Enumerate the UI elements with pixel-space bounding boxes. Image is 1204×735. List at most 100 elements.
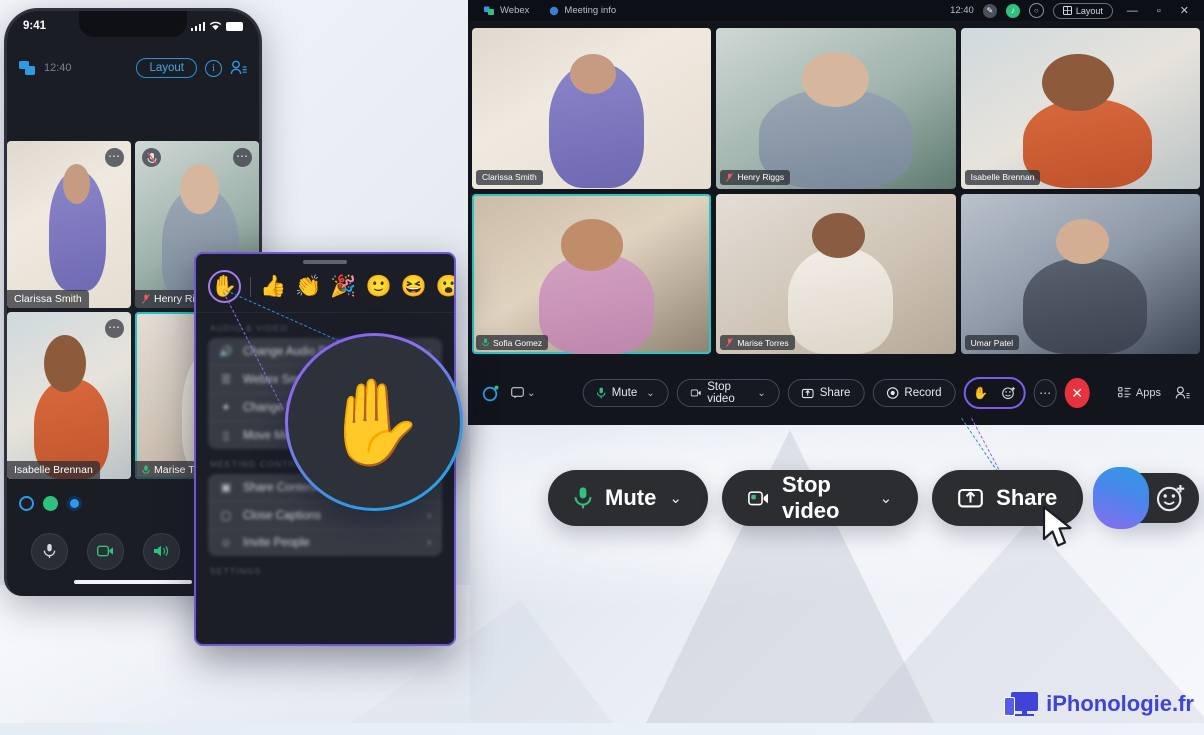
mute-button[interactable]: Mute ⌄: [582, 379, 669, 407]
tile-name-label: Clarissa Smith: [476, 169, 543, 185]
callout-reactions-smiley-button[interactable]: [1149, 476, 1193, 520]
share-upload-icon: [958, 488, 983, 508]
participants-icon[interactable]: [230, 60, 247, 76]
recording-circle-icon[interactable]: [482, 385, 499, 402]
participant-head: [812, 212, 865, 258]
chat-caret-icon[interactable]: ⌄: [527, 388, 535, 399]
stop-video-caret-icon[interactable]: ⌄: [757, 388, 765, 399]
menu-item-close-captions[interactable]: ▢ Close Captions ›: [208, 502, 442, 530]
window-layout-button[interactable]: Layout: [1052, 2, 1113, 19]
apps-button[interactable]: Apps: [1118, 387, 1161, 399]
wifi-icon: [209, 21, 222, 30]
microphone-icon: [596, 387, 606, 399]
camera-icon: [748, 490, 768, 505]
layout-grid-icon: [1062, 6, 1072, 15]
more-options-button[interactable]: ⋯: [1033, 379, 1057, 407]
video-tile[interactable]: Umar Patel: [960, 193, 1200, 354]
laugh-reaction-button[interactable]: 😆: [401, 276, 427, 297]
record-icon: [886, 387, 899, 399]
apps-icon: [1118, 387, 1131, 398]
record-button[interactable]: Record: [872, 379, 956, 407]
raise-hand-button[interactable]: ✋: [968, 380, 994, 406]
end-meeting-button[interactable]: ✕: [1064, 378, 1090, 408]
video-tile[interactable]: Sofia Gomez: [472, 193, 712, 354]
zoomed-toolbar-callout: Mute ⌄ Stop video ⌄ Share ✋: [548, 470, 1204, 526]
audio-badge-icon[interactable]: ♪: [1005, 3, 1020, 18]
participant-silhouette: [1022, 257, 1148, 354]
camera-icon: [690, 389, 701, 397]
video-tile[interactable]: Henry Riggs: [716, 28, 956, 189]
network-good-icon: [43, 496, 58, 511]
tile-more-icon[interactable]: ⋯: [233, 148, 252, 167]
thumbs-up-reaction-button[interactable]: 👍: [260, 276, 286, 297]
callout-raise-hand-button[interactable]: ✋: [1103, 476, 1147, 520]
device-icon: ▯: [222, 430, 230, 442]
phone-speaker-button[interactable]: [142, 532, 180, 570]
stop-video-button[interactable]: Stop video ⌄: [676, 379, 780, 407]
window-minimize-button[interactable]: —: [1122, 5, 1143, 17]
tile-more-icon[interactable]: ⋯: [105, 148, 124, 167]
callout-mute-button[interactable]: Mute ⌄: [548, 470, 708, 526]
audio-wave-icon: ☰: [221, 374, 231, 386]
menu-item-invite-people[interactable]: ☺ Invite People ›: [208, 530, 442, 556]
mic-muted-small-icon: [726, 338, 734, 347]
participant-head: [560, 219, 623, 271]
phone-video-tile[interactable]: ⋯ Clarissa Smith: [7, 141, 131, 308]
surprised-reaction-button[interactable]: 😮: [436, 276, 454, 297]
smile-reaction-button[interactable]: 🙂: [365, 276, 391, 297]
callout-stop-video-button[interactable]: Stop video ⌄: [721, 470, 919, 526]
tile-name-label: Isabelle Brennan: [964, 169, 1041, 185]
phone-video-tile[interactable]: ⋯ Isabelle Brennan: [7, 312, 131, 479]
participant-head: [1056, 219, 1110, 265]
connection-blue-icon: [67, 496, 82, 511]
desktop-video-grid: Clarissa Smith Henry Riggs Isabelle Bren…: [468, 28, 1204, 354]
background-icon: ✦: [221, 402, 231, 414]
window-maximize-button[interactable]: ▫: [1152, 5, 1166, 17]
status-time: 9:41: [23, 20, 47, 32]
webex-desktop-window: Webex Meeting info 12:40 ✎ ♪ ○ Layout — …: [468, 0, 1204, 425]
mic-active-icon: [482, 338, 489, 346]
chevron-right-icon: ›: [427, 537, 431, 549]
section-label-settings: SETTINGS: [210, 566, 262, 576]
window-title-bar: Webex Meeting info 12:40 ✎ ♪ ○ Layout — …: [468, 0, 1204, 21]
celebrate-reaction-button[interactable]: 🎉: [330, 276, 356, 297]
reactions-smiley-button[interactable]: [996, 380, 1022, 406]
mute-caret-icon[interactable]: ⌄: [646, 388, 654, 399]
webex-logo-icon: [484, 6, 494, 15]
video-tile[interactable]: Clarissa Smith: [472, 28, 712, 189]
watermark-text: iPhonologie.fr: [1046, 691, 1194, 716]
tile-name-label: Isabelle Brennan: [7, 461, 100, 479]
record-status-icon[interactable]: ○: [1028, 3, 1044, 18]
clap-reaction-button[interactable]: 👏: [295, 276, 321, 297]
mic-muted-small-icon: [726, 172, 734, 182]
tile-more-icon[interactable]: ⋯: [105, 319, 124, 338]
raise-hand-magnifier: ✋: [285, 333, 463, 511]
reactions-group: ✋: [963, 377, 1026, 409]
desktop-toolbar: ⌄ Mute ⌄ Stop video ⌄ Share Record ✋ ⋯ ✕…: [468, 361, 1204, 425]
reactions-smiley-icon: [1157, 485, 1185, 512]
share-button[interactable]: Share: [787, 379, 865, 407]
chat-icon[interactable]: [511, 387, 524, 399]
annotate-badge-icon[interactable]: ✎: [982, 3, 997, 18]
raise-hand-reaction-button[interactable]: ✋: [208, 270, 241, 303]
captions-icon: ▢: [220, 510, 232, 522]
phone-camera-button[interactable]: [86, 532, 124, 570]
meeting-info-tab[interactable]: Meeting info: [539, 5, 626, 16]
reactions-divider: [250, 276, 251, 297]
phone-layout-button[interactable]: Layout: [136, 58, 197, 78]
callout-stop-video-caret-icon[interactable]: ⌄: [880, 489, 893, 507]
video-tile[interactable]: Isabelle Brennan: [960, 28, 1200, 189]
meeting-info-icon[interactable]: i: [205, 59, 222, 77]
phone-notch: [79, 11, 187, 37]
callout-reactions-group: ✋: [1096, 470, 1200, 526]
video-stage: Clarissa Smith Henry Riggs Isabelle Bren…: [468, 21, 1204, 361]
window-close-button[interactable]: ✕: [1175, 4, 1194, 17]
callout-mute-caret-icon[interactable]: ⌄: [669, 489, 682, 507]
phone-elapsed-time: 12:40: [44, 62, 72, 74]
mic-active-icon: [142, 465, 150, 474]
participants-icon[interactable]: [1175, 386, 1190, 400]
site-watermark: iPhonologie.fr: [1004, 691, 1194, 717]
phone-microphone-button[interactable]: [30, 532, 68, 570]
video-tile[interactable]: Marise Torres: [716, 193, 956, 354]
layout-switch-icon[interactable]: [19, 60, 36, 76]
